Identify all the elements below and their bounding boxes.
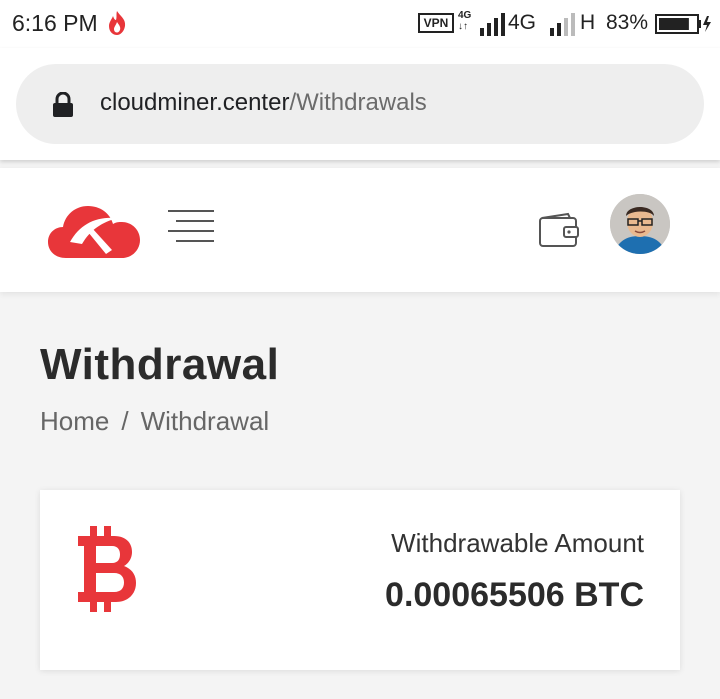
network-type: 4G (508, 11, 537, 34)
breadcrumb-separator: / (121, 406, 129, 436)
hamburger-menu-icon[interactable] (168, 208, 214, 244)
avatar-image (610, 194, 670, 254)
withdrawable-amount-card: Withdrawable Amount 0.00065506 BTC (40, 490, 680, 670)
network-type-secondary: H (580, 11, 596, 34)
battery-icon (655, 14, 711, 34)
site-header (0, 168, 720, 292)
network-type-small: 4G ↓↑ (458, 10, 472, 32)
battery-percent: 83% (606, 11, 649, 34)
withdrawable-amount-value: 0.00065506 BTC (385, 576, 644, 614)
signal-strength-icon (480, 13, 505, 36)
status-bar: 6:16 PM VPN 4G ↓↑ 4G H 83% (0, 0, 720, 48)
user-avatar[interactable] (610, 194, 670, 254)
url-domain: cloudminer.center (100, 89, 290, 116)
breadcrumb-home-link[interactable]: Home (40, 406, 109, 436)
breadcrumb-current: Withdrawal (140, 406, 270, 436)
breadcrumb: Home / Withdrawal (40, 406, 269, 437)
flame-icon (109, 11, 126, 35)
wallet-icon[interactable] (538, 212, 580, 248)
page-title: Withdrawal (40, 340, 280, 389)
status-time: 6:16 PM (12, 10, 98, 36)
signal-strength-secondary-icon (550, 13, 575, 36)
bitcoin-icon (78, 526, 136, 612)
url-text[interactable]: cloudminer.center/Withdrawals (100, 89, 427, 117)
url-path: /Withdrawals (289, 89, 427, 116)
browser-toolbar: cloudminer.center/Withdrawals (0, 48, 720, 160)
address-bar[interactable]: cloudminer.center/Withdrawals (16, 64, 704, 144)
lock-icon[interactable] (52, 92, 74, 118)
vpn-badge: VPN (418, 13, 454, 33)
cloud-pickaxe-logo[interactable] (48, 200, 140, 258)
withdrawable-amount-label: Withdrawable Amount (391, 528, 644, 558)
